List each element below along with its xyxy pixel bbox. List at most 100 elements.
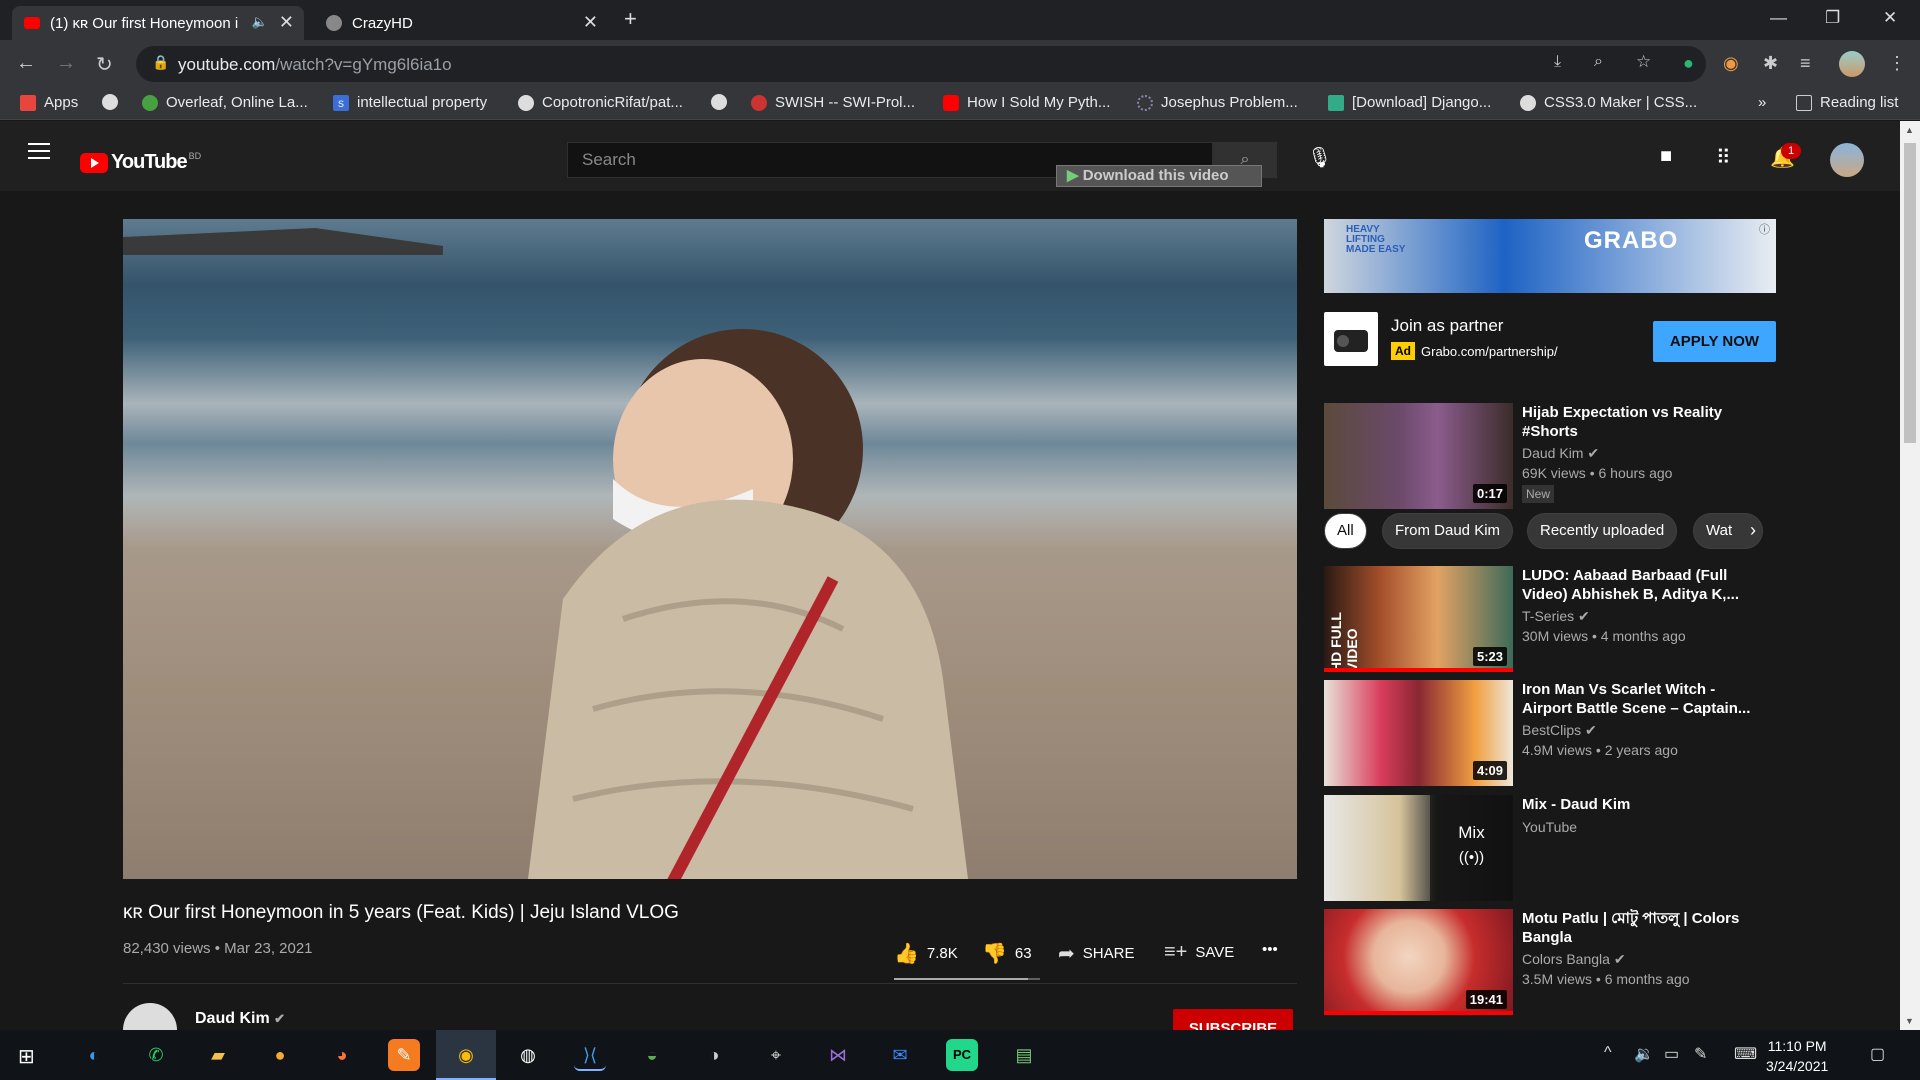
create-video-icon[interactable]: ■: [1660, 145, 1672, 168]
download-video-overlay[interactable]: ▶ Download this video: [1056, 165, 1262, 187]
apps-grid-icon[interactable]: ⠿: [1716, 145, 1731, 170]
bookmark-overleaf[interactable]: Overleaf, Online La...: [142, 94, 308, 111]
profile-avatar[interactable]: [1839, 51, 1865, 77]
grammarly-icon[interactable]: ●: [1683, 53, 1694, 74]
like-button[interactable]: 👍 7.8K: [894, 941, 958, 966]
bookmarks-overflow[interactable]: »: [1758, 94, 1766, 111]
ad-product-image[interactable]: [1324, 312, 1378, 366]
chrome-icon[interactable]: ◉: [436, 1030, 496, 1080]
thumbs-down-icon: 👎: [982, 943, 1007, 965]
bookmark-django[interactable]: [Download] Django...: [1328, 94, 1491, 111]
tab-close-icon[interactable]: ✕: [583, 12, 598, 33]
scroll-down-icon[interactable]: ▼: [1905, 1016, 1914, 1026]
satellite-app-icon[interactable]: ⌖: [760, 1039, 792, 1071]
lock-icon[interactable]: 🔒: [152, 54, 169, 71]
tab-crazyhd[interactable]: CrazyHD ✕: [314, 6, 608, 40]
recommendation-item[interactable]: 4:09 Iron Man Vs Scarlet Witch - Airport…: [1324, 680, 1776, 788]
bookmark-ip[interactable]: s intellectual property: [333, 94, 487, 111]
recommendation-item[interactable]: 0:17 Hijab Expectation vs Reality #Short…: [1324, 403, 1776, 511]
system-clock[interactable]: 11:10 PM 3/24/2021: [1766, 1036, 1828, 1076]
sync-app-icon[interactable]: ◐: [78, 1039, 110, 1071]
extensions-puzzle-icon[interactable]: ✱: [1763, 53, 1778, 74]
keyboard-icon[interactable]: ⌨: [1734, 1044, 1757, 1064]
chip-recently-uploaded[interactable]: Recently uploaded: [1527, 513, 1678, 549]
video-thumbnail[interactable]: HD FULL VIDEO 5:23: [1324, 566, 1513, 672]
channel-name[interactable]: Daud Kim ✔: [195, 1010, 285, 1028]
minimize-icon[interactable]: —: [1770, 8, 1787, 28]
tab-close-icon[interactable]: ✕: [279, 12, 294, 33]
close-window-icon[interactable]: ✕: [1883, 8, 1897, 28]
recommendation-item[interactable]: Mix ((•)) Mix - Daud Kim YouTube: [1324, 795, 1776, 903]
ad-title[interactable]: Join as partner: [1391, 316, 1503, 336]
share-button[interactable]: ➦ SHARE: [1058, 941, 1134, 966]
video-thumbnail[interactable]: 19:41: [1324, 909, 1513, 1015]
scroll-up-icon[interactable]: ▲: [1905, 125, 1914, 135]
tab-audio-icon[interactable]: 🔈: [252, 14, 268, 30]
bookmark-swish[interactable]: SWISH -- SWI-Prol...: [751, 94, 915, 111]
visual-studio-icon[interactable]: ⋈: [822, 1039, 854, 1071]
back-icon[interactable]: ←: [16, 52, 36, 75]
account-avatar[interactable]: [1830, 143, 1864, 177]
bookmark-css[interactable]: CSS3.0 Maker | CSS...: [1520, 94, 1697, 111]
messenger-icon[interactable]: ✉: [884, 1039, 916, 1071]
firefox-icon[interactable]: ◕: [326, 1039, 358, 1071]
info-icon[interactable]: ⓘ: [1759, 221, 1770, 237]
tray-expand-icon[interactable]: ^: [1604, 1044, 1612, 1062]
office-app-icon[interactable]: ✎: [388, 1039, 420, 1071]
apps-grid-icon: [20, 94, 36, 111]
recommendation-item[interactable]: 19:41 Motu Patlu | মোটু পাতলু | Colors B…: [1324, 909, 1776, 1017]
maximize-icon[interactable]: ❐: [1825, 8, 1840, 28]
dislike-button[interactable]: 👎 63: [982, 941, 1032, 966]
install-icon[interactable]: ⤓: [1554, 53, 1561, 71]
video-thumbnail[interactable]: 0:17: [1324, 403, 1513, 509]
network-icon[interactable]: ▭: [1664, 1044, 1679, 1064]
recommendation-meta: 3.5M views • 6 months ago: [1522, 971, 1690, 987]
extension-icon[interactable]: ◉: [1723, 53, 1739, 74]
file-explorer-icon[interactable]: ▰: [202, 1039, 234, 1071]
globe-app-icon[interactable]: ◒: [636, 1039, 668, 1071]
page-scrollbar[interactable]: ▲ ▼: [1900, 121, 1920, 1030]
more-actions-button[interactable]: •••: [1262, 941, 1278, 958]
chevron-right-icon[interactable]: ›: [1750, 520, 1756, 541]
pycharm-icon[interactable]: PC: [946, 1039, 978, 1071]
windows-start-icon[interactable]: ⊞: [18, 1044, 35, 1069]
menu-kebab-icon[interactable]: ⋮: [1888, 53, 1906, 74]
mix-thumbnail[interactable]: Mix ((•)): [1324, 795, 1513, 901]
bookmark-globe2[interactable]: [711, 94, 735, 110]
bookmark-apps[interactable]: Apps: [20, 94, 78, 111]
bookmark-josephus[interactable]: Josephus Problem...: [1137, 94, 1298, 111]
zoom-icon[interactable]: ⌕: [1594, 53, 1603, 71]
bookmark-github[interactable]: CopotronicRifat/pat...: [518, 94, 683, 111]
vpn-app-icon[interactable]: ●: [264, 1039, 296, 1071]
volume-icon[interactable]: 🔉: [1634, 1044, 1654, 1064]
whatsapp-icon[interactable]: ✆: [140, 1039, 172, 1071]
reading-list[interactable]: Reading list: [1796, 94, 1898, 111]
bookmark-star-icon[interactable]: ☆: [1636, 52, 1651, 72]
reload-icon[interactable]: ↻: [96, 52, 113, 77]
scrollbar-thumb[interactable]: [1904, 143, 1916, 443]
ad-banner[interactable]: HEAVY LIFTING MADE EASY GRABO ⓘ: [1324, 219, 1776, 293]
vscode-icon[interactable]: ⟩⟨: [574, 1039, 606, 1071]
video-player[interactable]: [123, 219, 1297, 879]
bookmark-globe[interactable]: [102, 94, 126, 110]
chip-from-daud-kim[interactable]: From Daud Kim: [1382, 513, 1514, 549]
save-button[interactable]: ≡+ SAVE: [1164, 941, 1234, 964]
hamburger-menu-icon[interactable]: [28, 143, 50, 164]
notepad-app-icon[interactable]: ▤: [1008, 1039, 1040, 1071]
chip-all[interactable]: All: [1324, 513, 1367, 549]
apply-now-button[interactable]: APPLY NOW: [1653, 321, 1776, 362]
media-control-icon[interactable]: ≡: [1800, 53, 1811, 74]
forward-icon[interactable]: →: [56, 52, 76, 75]
address-bar[interactable]: 🔒 youtube.com/watch?v=gYmg6l6ia1o ⤓ ⌕ ☆: [136, 46, 1706, 82]
video-thumbnail[interactable]: 4:09: [1324, 680, 1513, 786]
new-tab-icon[interactable]: +: [624, 6, 637, 32]
app-icon[interactable]: ◑: [698, 1039, 730, 1071]
recommendation-item[interactable]: HD FULL VIDEO 5:23 LUDO: Aabaad Barbaad …: [1324, 566, 1776, 674]
tab-youtube[interactable]: (1) ᴋʀ Our first Honeymoon i 🔈 ✕: [12, 6, 304, 40]
microphone-icon[interactable]: 🎙: [1307, 145, 1332, 170]
notifications-icon[interactable]: ▢: [1870, 1044, 1885, 1064]
bookmark-youtube[interactable]: How I Sold My Pyth...: [943, 94, 1110, 111]
github-desktop-icon[interactable]: ◍: [512, 1039, 544, 1071]
youtube-logo[interactable]: YouTube BD: [80, 151, 201, 174]
pen-icon[interactable]: ✎: [1694, 1044, 1707, 1064]
